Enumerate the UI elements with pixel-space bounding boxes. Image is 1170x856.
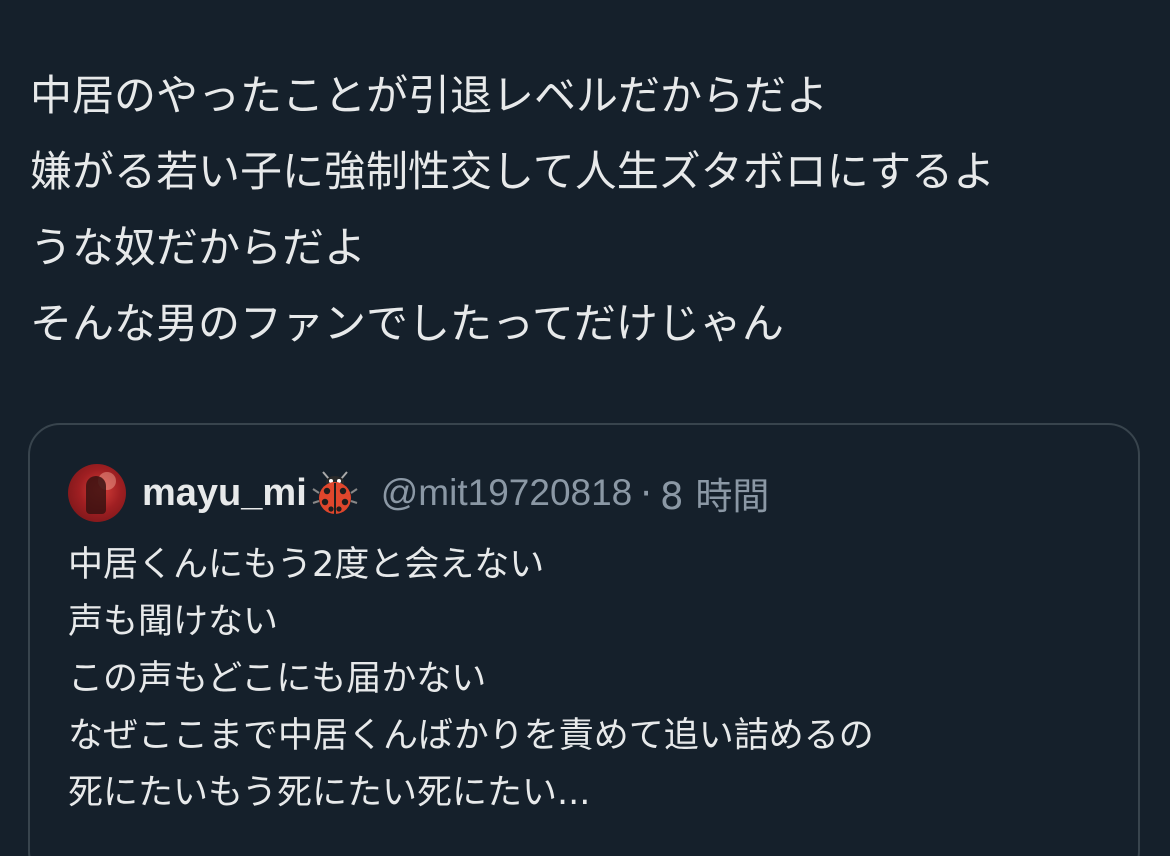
quoted-text-line: 死にたいもう死にたい死にたい... <box>68 773 591 813</box>
separator-dot: · <box>640 471 653 515</box>
quoted-text-line: この声もどこにも届かない <box>68 659 487 699</box>
avatar-figure <box>86 476 106 514</box>
display-name[interactable]: mayu_mi <box>142 472 307 515</box>
timestamp[interactable]: 8 時間 <box>660 466 769 520</box>
quoted-text-line: 声も聞けない <box>68 602 279 642</box>
quoted-text-line: なぜここまで中居くんばかりを責めて追い詰めるの <box>68 716 874 756</box>
quoted-tweet-header: mayu_mi @mit19720818 · 8 時間 <box>68 463 769 523</box>
user-avatar[interactable] <box>68 464 126 522</box>
quoted-tweet-text: 中居くんにもう2度と会えない 声も聞けない この声もどこにも届かない なぜここま… <box>68 537 874 822</box>
quoted-text-line: 中居くんにもう2度と会えない <box>68 545 545 585</box>
quoted-tweet-card[interactable]: mayu_mi @mit19720818 · 8 時間 中居くんにもう2度と会え… <box>28 423 1140 856</box>
tweet-text-line: 嫌がる若い子に強制性交して人生ズタボロにするよ <box>30 147 996 196</box>
tweet-text-line: そんな男のファンでしたってだけじゃん <box>30 299 784 348</box>
user-handle[interactable]: @mit19720818 <box>381 472 633 514</box>
tweet: 中居のやったことが引退レベルだからだよ 嫌がる若い子に強制性交して人生ズタボロに… <box>0 0 1170 856</box>
tweet-text-line: うな奴だからだよ <box>30 223 367 272</box>
tweet-text-line: 中居のやったことが引退レベルだからだよ <box>30 71 829 120</box>
ladybug-icon <box>312 471 358 514</box>
tweet-text: 中居のやったことが引退レベルだからだよ 嫌がる若い子に強制性交して人生ズタボロに… <box>30 58 1150 362</box>
